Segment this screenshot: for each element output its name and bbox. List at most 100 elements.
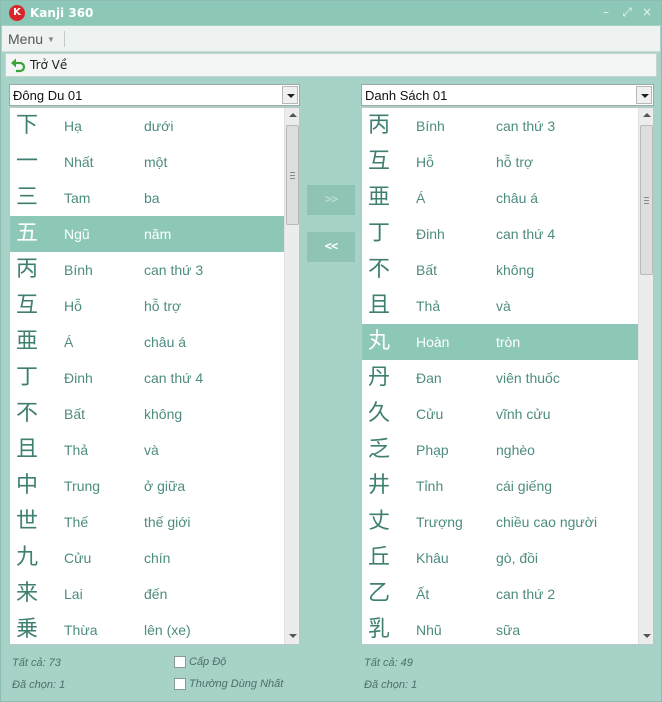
kanji-meaning: một <box>144 154 168 170</box>
list-item[interactable]: 丙 Bính can thứ 3 <box>10 252 284 288</box>
common-checkbox-box[interactable] <box>174 678 186 690</box>
kanji-character: 不 <box>16 401 39 426</box>
left-scroll-up-button[interactable] <box>285 108 299 123</box>
kanji-reading: Hỗ <box>416 154 434 170</box>
kanji-character: 五 <box>16 221 39 246</box>
list-item[interactable]: 五 Ngũ năm <box>10 216 284 252</box>
kanji-character: 中 <box>16 473 39 498</box>
right-list-scrollbar[interactable] <box>638 108 653 644</box>
kanji-meaning: năm <box>144 226 172 242</box>
kanji-reading: Đinh <box>64 370 93 386</box>
remove-from-list-button[interactable]: << <box>307 232 355 262</box>
kanji-reading: Lai <box>64 586 83 602</box>
list-item[interactable]: 丁 Đinh can thứ 4 <box>362 216 638 252</box>
left-selected-count: Đã chọn: 1 <box>12 679 66 691</box>
list-item[interactable]: 不 Bất không <box>362 252 638 288</box>
list-item[interactable]: 久 Cửu vĩnh cửu <box>362 396 638 432</box>
right-scroll-thumb[interactable] <box>640 125 653 275</box>
right-list-select[interactable]: Danh Sách 01 <box>361 84 654 106</box>
list-item[interactable]: 乏 Phạp nghèo <box>362 432 638 468</box>
kanji-reading: Thế <box>64 514 89 530</box>
kanji-meaning: gò, đồi <box>496 550 539 566</box>
kanji-reading: Đinh <box>416 226 445 242</box>
list-item[interactable]: 乗 Thừa lên (xe) <box>10 612 284 644</box>
kanji-meaning: và <box>144 442 159 458</box>
kanji-character: 丙 <box>368 113 391 138</box>
list-item[interactable]: 不 Bất không <box>10 396 284 432</box>
kanji-meaning: ba <box>144 190 160 206</box>
left-list-scrollbar[interactable] <box>284 108 299 644</box>
list-item[interactable]: 乙 Ất can thứ 2 <box>362 576 638 612</box>
kanji-reading: Cửu <box>416 406 444 422</box>
list-item[interactable]: 下 Hạ dưới <box>10 108 284 144</box>
kanji-meaning: chiều cao người <box>496 514 598 530</box>
kanji-reading: Tam <box>64 190 91 206</box>
kanji-meaning: can thứ 3 <box>144 262 204 278</box>
left-scroll-down-button[interactable] <box>285 629 299 644</box>
right-scroll-up-button[interactable] <box>639 108 653 123</box>
kanji-meaning: hỗ trợ <box>144 298 182 314</box>
right-scroll-down-button[interactable] <box>639 629 653 644</box>
kanji-character: 不 <box>368 257 391 282</box>
list-item[interactable]: 亜 Áchâu á <box>362 180 638 216</box>
list-item[interactable]: 乳 Nhũ sữa <box>362 612 638 644</box>
kanji-logo-icon: K <box>9 5 25 21</box>
close-button[interactable]: × <box>640 5 654 19</box>
list-item[interactable]: 丈 Trượng chiều cao người <box>362 504 638 540</box>
kanji-meaning: nghèo <box>496 442 535 458</box>
kanji-meaning: cái giếng <box>496 478 553 494</box>
kanji-meaning: và <box>496 298 511 314</box>
left-list-select-value: Đông Du 01 <box>13 88 83 103</box>
common-checkbox[interactable]: Thường Dùng Nhất <box>174 678 283 690</box>
right-selected-count: Đã chọn: 1 <box>364 679 418 691</box>
list-item[interactable]: 世 Thế thế giới <box>10 504 284 540</box>
list-item[interactable]: 丸 Hoàn tròn <box>362 324 638 360</box>
level-checkbox-box[interactable] <box>174 656 186 668</box>
level-checkbox[interactable]: Cấp Độ <box>174 656 226 668</box>
kanji-character: 丹 <box>368 365 391 390</box>
list-item[interactable]: 丹 Đan viên thuốc <box>362 360 638 396</box>
list-item[interactable]: 三 Tam ba <box>10 180 284 216</box>
left-list-select[interactable]: Đông Du 01 <box>9 84 300 106</box>
kanji-character: 丸 <box>368 329 391 354</box>
kanji-reading: Á <box>64 334 74 350</box>
kanji-reading: Trung <box>64 478 101 494</box>
undo-arrow-icon <box>11 58 26 73</box>
minimize-button[interactable]: – <box>599 5 613 19</box>
kanji-reading: Bất <box>64 406 86 422</box>
kanji-meaning: can thứ 4 <box>496 226 556 242</box>
kanji-meaning: sữa <box>496 622 521 638</box>
left-list-dropdown-button[interactable] <box>282 86 298 104</box>
list-item[interactable]: 互 Hỗ hỗ trợ <box>362 144 638 180</box>
list-item[interactable]: 丘 Khâu gò, đồi <box>362 540 638 576</box>
left-scroll-thumb[interactable] <box>286 125 299 225</box>
title-bar[interactable]: K Kanji 360 – ⤢ × <box>1 1 661 25</box>
list-item[interactable]: 来 Lai đến <box>10 576 284 612</box>
kanji-meaning: hỗ trợ <box>496 154 534 170</box>
list-item[interactable]: 互 Hỗ hỗ trợ <box>10 288 284 324</box>
add-to-list-button[interactable]: >> <box>307 185 355 215</box>
list-item[interactable]: 亜 Áchâu á <box>10 324 284 360</box>
level-checkbox-label: Cấp Độ <box>189 656 227 668</box>
kanji-reading: Trượng <box>416 514 463 530</box>
list-item[interactable]: 且 Thả và <box>362 288 638 324</box>
list-item[interactable]: 九 Cửu chín <box>10 540 284 576</box>
list-item[interactable]: 丁 Đinh can thứ 4 <box>10 360 284 396</box>
list-item[interactable]: 中 Trung ở giữa <box>10 468 284 504</box>
list-item[interactable]: 丙 Bính can thứ 3 <box>362 108 638 144</box>
right-list-dropdown-button[interactable] <box>636 86 652 104</box>
list-item[interactable]: 井 Tỉnh cái giếng <box>362 468 638 504</box>
back-button[interactable]: Trở Về <box>10 56 67 74</box>
kanji-character: 乗 <box>16 617 39 642</box>
maximize-button[interactable]: ⤢ <box>620 5 634 19</box>
list-item[interactable]: 且 Thả và <box>10 432 284 468</box>
app-window: K Kanji 360 – ⤢ × Menu ▼ Trở Về Đông Du 0… <box>0 0 662 702</box>
list-item[interactable]: 一 Nhất một <box>10 144 284 180</box>
kanji-character: 世 <box>16 509 39 534</box>
kanji-reading: Tỉnh <box>416 478 444 494</box>
right-list-select-value: Danh Sách 01 <box>365 88 448 103</box>
kanji-reading: Thả <box>416 298 441 314</box>
menu-button[interactable]: Menu ▼ <box>8 31 55 47</box>
kanji-reading: Hỗ <box>64 298 82 314</box>
kanji-meaning: không <box>144 406 183 422</box>
